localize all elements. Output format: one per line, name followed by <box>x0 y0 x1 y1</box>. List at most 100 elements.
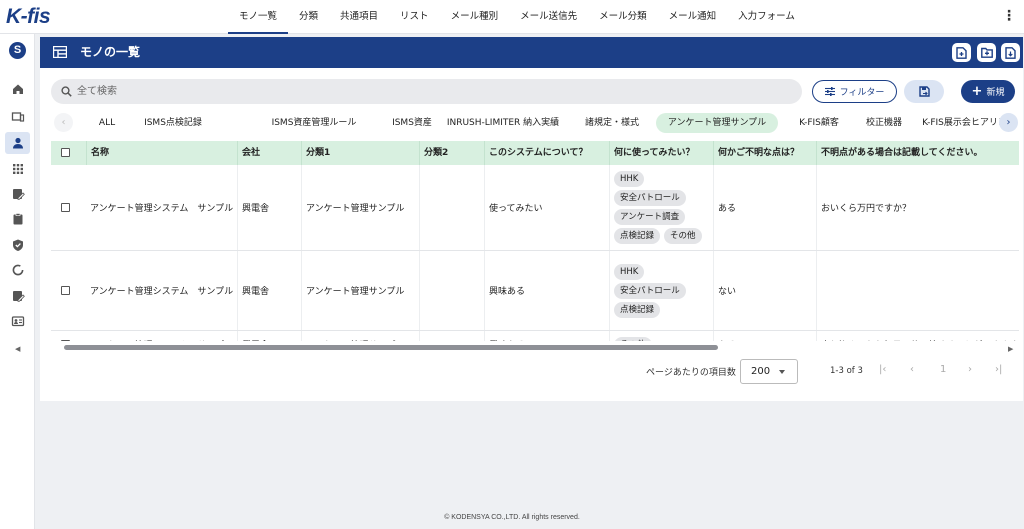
clipboard-icon <box>13 213 22 225</box>
tag-chip: その他 <box>614 336 652 341</box>
tag-chip: HHK <box>614 263 645 280</box>
cell-text: 興電舎 <box>242 204 270 214</box>
cell-use-lines: HHK 安全パトロール アンケート調査 点検記録 その他 <box>609 165 713 250</box>
cell-category1: アンケート管理サンプル <box>301 165 419 250</box>
next-page-icon[interactable]: › <box>968 364 972 375</box>
add-folder-button[interactable] <box>977 43 996 62</box>
topnav-item-4[interactable]: メール種別 <box>440 0 510 34</box>
scroll-left-arrow-icon[interactable]: ◀ <box>15 345 20 353</box>
cell-category1: アンケート管理サンプル <box>301 331 419 341</box>
cell-company: 興電舎 <box>237 165 301 250</box>
topnav-item-8[interactable]: 入力フォーム <box>727 0 806 34</box>
topnav-item-5[interactable]: メール送信先 <box>509 0 588 34</box>
cell-text: 興味ある <box>489 287 526 297</box>
tabs-scroll-right-icon[interactable]: › <box>999 113 1018 132</box>
column-header-0[interactable]: 名称 <box>86 141 237 165</box>
filter-button[interactable]: フィルター <box>812 80 897 103</box>
new-item-button[interactable]: + 新規 <box>961 80 1015 103</box>
search-bar <box>51 79 802 104</box>
topnav-item-2[interactable]: 共通項目 <box>329 0 389 34</box>
cell-text: 興電舎 <box>242 338 269 341</box>
sidebar-item-shield-check[interactable] <box>5 234 30 256</box>
cell-text: アンケート管理サンプル <box>306 204 405 214</box>
search-input[interactable] <box>77 83 777 100</box>
sidebar-item-clipboard[interactable] <box>5 208 30 230</box>
column-header-2[interactable]: 分類1 <box>301 141 419 165</box>
table-row[interactable]: アンケート管理システム サンプル 興電舎 アンケート管理サンプル 興味ある その他 ある 申… <box>51 331 1019 341</box>
sidebar-item-person[interactable] <box>5 132 30 154</box>
shield-check-icon <box>12 239 23 251</box>
cell-questions: ある <box>713 165 816 250</box>
topnav-item-6[interactable]: メール分類 <box>588 0 658 34</box>
filter-label: フィルター <box>839 88 885 98</box>
cell-text: 興電舎 <box>242 287 270 297</box>
tune-icon <box>824 87 835 96</box>
tab-1[interactable]: ISMS点検記録 <box>111 113 235 133</box>
tag-chip: その他 <box>664 228 702 244</box>
cell-text: 申し込んでから何日で使い始めることができます <box>821 338 1019 341</box>
table-row[interactable]: アンケート管理システム サンプル 興電舎 アンケート管理サンプル 興味ある HHK 安全パ… <box>51 251 1019 331</box>
row-checkbox[interactable] <box>61 340 70 341</box>
edit-document-icon <box>12 291 25 302</box>
cell-text: 使ってみたい <box>489 204 543 214</box>
scroll-right-arrow-icon[interactable]: ▶ <box>1008 345 1013 353</box>
cell-use-lines: HHK 安全パトロール 点検記録 <box>609 251 713 330</box>
app-logo[interactable]: K-fis <box>6 5 51 29</box>
topnav-item-3[interactable]: リスト <box>389 0 440 34</box>
more-vert-icon[interactable]: ⋮ <box>1002 8 1016 24</box>
home-icon <box>12 84 23 94</box>
sidebar-item-edit-note[interactable] <box>5 183 30 205</box>
cell-company: 興電舎 <box>237 331 301 341</box>
export-button[interactable] <box>904 80 944 103</box>
per-page-select[interactable]: 200 <box>740 359 798 384</box>
apps-grid-icon <box>12 164 23 174</box>
row-checkbox[interactable] <box>61 203 70 212</box>
sidebar-item-id-card[interactable] <box>5 310 30 332</box>
select-all-checkbox[interactable] <box>61 148 70 157</box>
tab-6[interactable]: アンケート管理サンプル <box>656 113 778 133</box>
per-page-label: ページあたりの項目数 <box>646 368 736 378</box>
add-document-button[interactable] <box>952 43 971 62</box>
last-page-icon[interactable]: ›| <box>995 364 1002 375</box>
row-checkbox[interactable] <box>61 286 70 295</box>
topnav-item-1[interactable]: 分類 <box>288 0 329 34</box>
sidebar-item-devices[interactable] <box>5 106 30 128</box>
sidebar-item-home[interactable] <box>5 78 30 100</box>
devices-icon <box>11 112 24 122</box>
cell-details <box>816 251 1019 330</box>
prev-page-icon[interactable]: ‹ <box>910 364 914 375</box>
cell-about: 興味ある <box>484 331 609 341</box>
tab-4[interactable]: INRUSH-LIMITER 納入実績 <box>431 113 575 133</box>
page-number[interactable]: 1 <box>940 364 946 375</box>
horizontal-scrollbar[interactable] <box>64 345 718 350</box>
topnav-item-0[interactable]: モノ一覧 <box>228 0 289 34</box>
tab-8[interactable]: 校正機器 <box>854 113 914 133</box>
first-page-icon[interactable]: |‹ <box>879 364 886 375</box>
user-avatar[interactable]: S <box>9 42 26 59</box>
column-header-6[interactable]: 何かご不明な点は？ <box>713 141 816 165</box>
column-header-1[interactable]: 会社 <box>237 141 301 165</box>
column-header-7[interactable]: 不明点がある場合は記載してください。 <box>816 141 1019 165</box>
column-header-3[interactable]: 分類2 <box>419 141 484 165</box>
plus-icon: + <box>971 84 983 99</box>
table-row[interactable]: アンケート管理システム サンプル 興電舎 アンケート管理サンプル 使ってみたい HHK 安… <box>51 165 1019 251</box>
chip-line: その他 <box>614 336 652 341</box>
cell-text: アンケート管理システム サンプル <box>90 338 233 341</box>
sidebar-item-edit-document[interactable] <box>5 285 30 307</box>
column-header-4[interactable]: このシステムについて？ <box>484 141 609 165</box>
column-header-5[interactable]: 何に使ってみたい？ <box>609 141 713 165</box>
sidebar-item-apps-grid[interactable] <box>5 158 30 180</box>
tag-chip: 点検記録 <box>614 301 661 318</box>
topnav-item-7[interactable]: メール通知 <box>658 0 728 34</box>
tabs-scroll-left-icon[interactable]: ‹ <box>54 113 73 132</box>
cell-text: アンケート管理システム サンプル <box>90 287 234 297</box>
tab-5[interactable]: 諸規定・様式 <box>575 113 649 133</box>
cell-about: 使ってみたい <box>484 165 609 250</box>
tab-7[interactable]: K-FIS顧客 <box>784 113 854 133</box>
chip-group: HHK 安全パトロール アンケート調査 点検記録 その他 <box>614 171 702 244</box>
sidebar-item-refresh-circle[interactable] <box>5 259 30 281</box>
download-document-button[interactable] <box>1001 43 1020 62</box>
refresh-circle-icon <box>12 264 23 276</box>
chip-line: 点検記録 <box>614 301 661 318</box>
per-page-value: 200 <box>751 366 771 377</box>
